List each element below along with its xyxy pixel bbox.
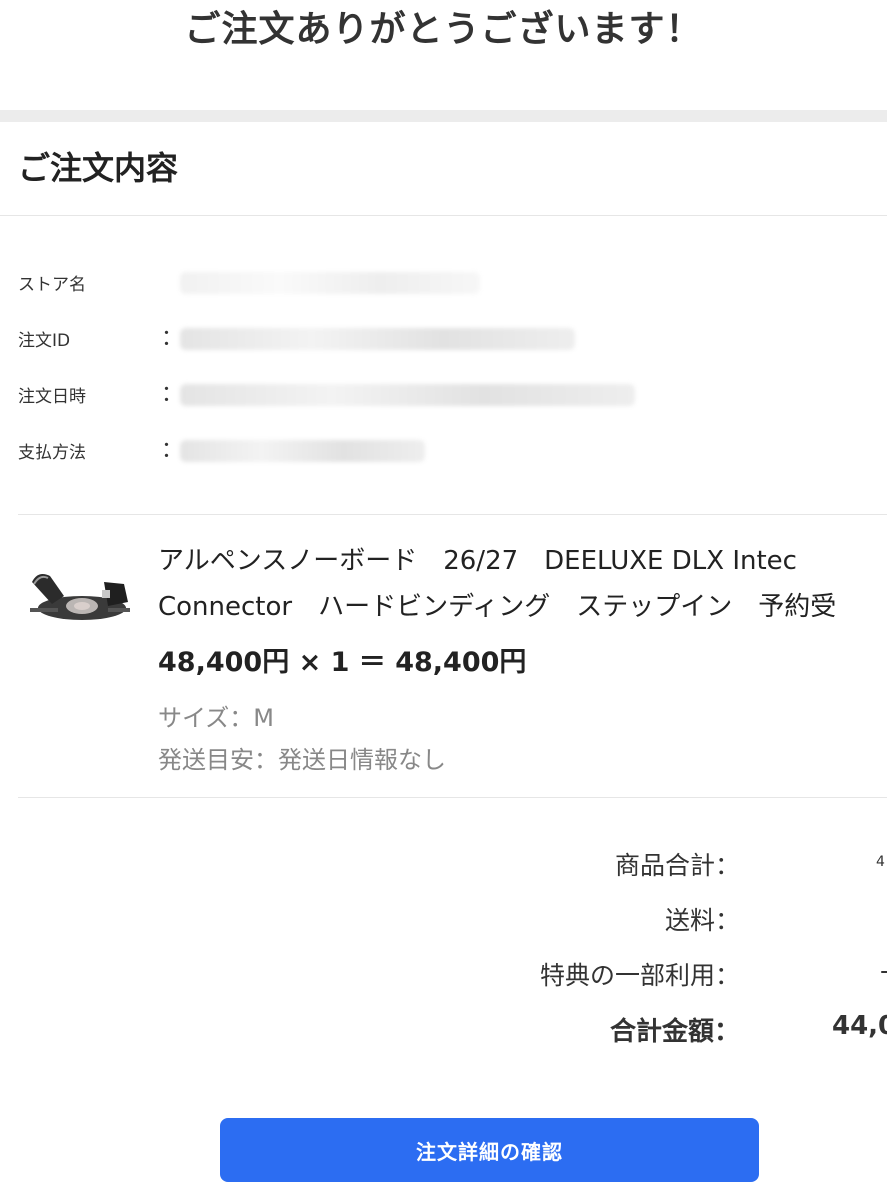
product-title-line-1: アルペンスノーボード 26/27 DEELUXE DLX Intec [158,546,797,576]
store-name-label: ストア名 [18,275,86,295]
order-date-value-redacted [180,384,635,406]
thank-you-title: ご注文ありがとうございます！ [184,9,703,50]
divider [18,514,887,515]
summary-row-points: 特典の一部利用： - [0,956,887,996]
info-row-store: ストア名 [18,262,887,302]
info-row-payment: 支払方法 ： [18,430,887,470]
payment-method-label: 支払方法 [18,443,86,463]
store-name-value-redacted [180,272,480,294]
order-section-title: ご注文内容 [18,149,179,187]
total-amount-label: 合計金額： [609,1017,740,1047]
divider [0,215,887,216]
order-id-value-redacted [180,328,575,350]
product-title[interactable]: アルペンスノーボード 26/27 DEELUXE DLX Intec Conne… [158,538,887,630]
order-date-label: 注文日時 [18,387,86,407]
points-usage-label: 特典の一部利用： [539,961,740,990]
price-calculation: 48,400円 × 1 ＝ 48,400円 [158,647,527,678]
product-title-line-2: Connector ハードビンディング ステップイン 予約受 [158,592,837,622]
shipping-estimate: 発送目安：発送日情報なし [158,746,446,774]
subtotal-value: 4 [876,854,885,870]
view-order-details-button[interactable]: 注文詳細の確認 [220,1118,759,1182]
summary-row-subtotal: 商品合計： 4 [0,846,887,886]
summary-row-total: 合計金額： 44,0 [0,1011,887,1051]
order-id-label: 注文ID [18,331,71,351]
subtotal-label: 商品合計： [614,851,740,880]
info-row-order-date: 注文日時 ： [18,374,887,414]
payment-method-value-redacted [180,440,425,462]
binding-product-image[interactable] [24,562,132,628]
order-confirmation-page: ご注文ありがとうございます！ ご注文内容 ストア名 注文ID ： 注文日時 ： … [0,0,887,1200]
thank-you-header: ご注文ありがとうございます！ [0,0,887,110]
points-usage-value: - [880,956,887,985]
divider [18,797,887,798]
info-row-order-id: 注文ID ： [18,318,887,358]
section-separator-band [0,110,887,122]
summary-row-shipping: 送料： [0,901,887,941]
total-amount-value: 44,0 [832,1011,887,1041]
size-option: サイズ：M [158,704,274,732]
shipping-fee-label: 送料： [664,906,740,935]
